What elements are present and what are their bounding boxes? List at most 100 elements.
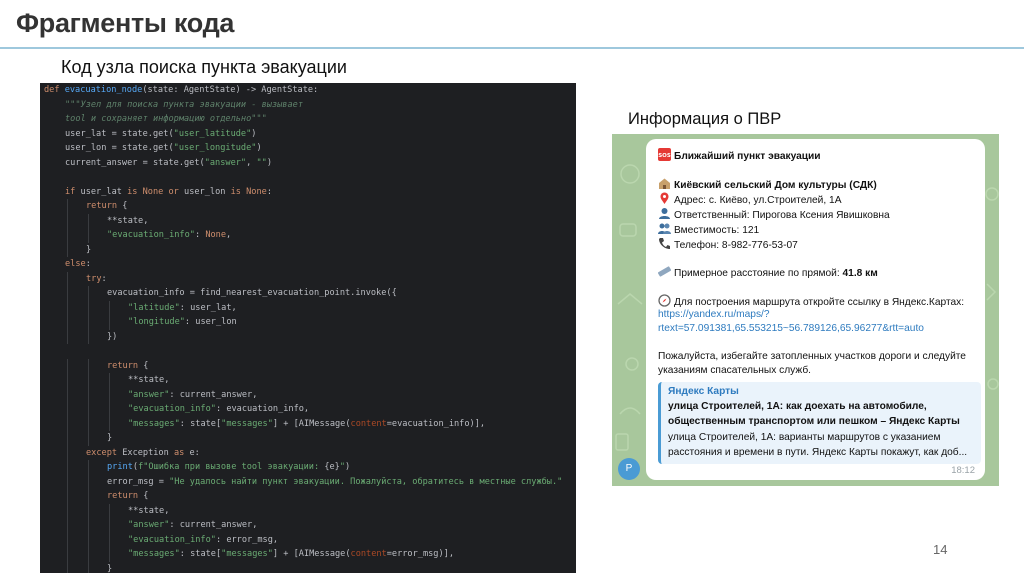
code-line: current_answer = state.get("answer", "") <box>44 156 562 171</box>
preview-title-line2: общественным транспортом или пешком – Ян… <box>668 416 960 427</box>
address-line: Адрес: с. Киёво, ул.Строителей, 1А <box>658 192 842 206</box>
code-token: "messages" <box>128 549 180 559</box>
code-token: return <box>107 360 144 371</box>
code-line: "latitude": user_lat, <box>44 301 562 316</box>
code-line: evacuation_info = find_nearest_evacuatio… <box>44 286 562 301</box>
code-token: **state, <box>128 505 170 516</box>
code-token: : user_lon <box>184 317 237 327</box>
code-token: =error_msg)], <box>386 549 454 559</box>
code-line: return { <box>44 199 562 214</box>
code-line: } <box>44 562 562 574</box>
code-token: "longitude" <box>128 317 185 327</box>
code-token: : <box>85 259 91 269</box>
code-line: user_lon = state.get("user_longitude") <box>44 141 562 156</box>
code-token: as <box>173 447 190 458</box>
code-token: "answer" <box>204 157 247 168</box>
route-link-line1[interactable]: https://yandex.ru/maps/? <box>658 309 770 320</box>
code-line: "evacuation_info": error_msg, <box>44 533 562 548</box>
code-token: : evacuation_info, <box>215 404 310 414</box>
svg-text:SOS: SOS <box>658 153 671 159</box>
code-token: , <box>246 157 257 168</box>
code-token: "messages" <box>221 549 273 559</box>
code-token: print <box>107 462 133 472</box>
code-token: }) <box>107 331 118 342</box>
phone-icon <box>659 238 670 249</box>
house-icon <box>659 178 670 189</box>
code-token: "answer" <box>128 520 170 530</box>
preview-source: Яндекс Карты <box>668 386 739 397</box>
code-token: "user_longitude" <box>173 143 257 153</box>
code-token: "evacuation_info" <box>128 534 216 545</box>
code-token: } <box>107 433 113 443</box>
code-token: **state, <box>107 215 149 226</box>
code-line: } <box>44 243 562 258</box>
chat-screenshot: Р SOS Ближайший пункт эвакуации Киёвский … <box>612 134 999 486</box>
sender-avatar[interactable]: Р <box>618 458 640 480</box>
code-token: ] + [AIMessage( <box>272 418 351 429</box>
link-preview-card[interactable]: Яндекс Карты улица Строителей, 1А: как д… <box>658 382 981 464</box>
code-token: : current_answer, <box>169 520 258 530</box>
code-token: Exception <box>122 447 174 458</box>
code-token: : state[ <box>179 418 222 429</box>
place-name-line: Киёвский сельский Дом культуры (СДК) <box>658 177 877 191</box>
phone-line: Телефон: 8-982-776-53-07 <box>658 237 798 251</box>
code-token: { <box>143 491 149 501</box>
code-line: else: <box>44 257 562 272</box>
code-token: None <box>205 230 227 240</box>
warning-line2: указаниям спасательных служб. <box>658 365 811 376</box>
code-token: content <box>350 418 387 429</box>
code-token: "Не удалось найти пункт эвакуации. Пожал… <box>169 476 563 487</box>
code-token: evacuation_info = find_nearest_evacuatio… <box>107 288 397 298</box>
pin-icon <box>660 192 669 204</box>
code-token: content <box>350 549 387 559</box>
preview-desc-line2: расстояния и времени в пути. Яндекс Карт… <box>668 447 968 458</box>
code-token: e: <box>189 447 200 458</box>
code-editor[interactable]: def evacuation_node(state: AgentState) -… <box>40 83 576 573</box>
code-token: **state, <box>128 375 170 385</box>
code-token: (state: AgentState) -> AgentState: <box>142 85 319 95</box>
slide-title: Фрагменты кода <box>16 8 235 38</box>
code-token: =evacuation_info)], <box>386 418 486 429</box>
code-token: current_answer = state.get( <box>65 157 205 168</box>
preview-title-line1: улица Строителей, 1А: как доехать на авт… <box>668 401 927 412</box>
code-token: "user_latitude" <box>173 128 252 139</box>
code-token: : <box>101 273 107 284</box>
code-token: : error_msg, <box>215 534 279 545</box>
info-heading: Информация о ПВР <box>628 110 782 128</box>
code-line: return { <box>44 359 562 374</box>
preview-desc-line1: улица Строителей, 1А: варианты маршрутов… <box>668 432 941 443</box>
code-token: else <box>65 259 86 269</box>
code-token: try <box>86 273 102 284</box>
code-line: tool и сохраняет информацию отдельно""" <box>44 112 562 127</box>
message-bubble: SOS Ближайший пункт эвакуации Киёвский се… <box>646 139 985 480</box>
code-subtitle: Код узла поиска пункта эвакуации <box>61 57 347 77</box>
code-token: return <box>107 491 144 501</box>
code-token: "latitude" <box>128 302 180 313</box>
code-line: "evacuation_info": None, <box>44 228 562 243</box>
code-line: except Exception as e: <box>44 446 562 461</box>
code-token: , <box>226 230 232 240</box>
code-line: try: <box>44 272 562 287</box>
distance-line: Примерное расстояние по прямой: 41.8 км <box>658 265 878 279</box>
code-line: "longitude": user_lon <box>44 315 562 330</box>
code-token: user_lat <box>80 186 128 197</box>
people-icon <box>658 223 671 234</box>
code-line: }) <box>44 330 562 345</box>
warning-line1: Пожалуйста, избегайте затопленных участк… <box>658 351 966 362</box>
code-token: ) <box>345 462 351 472</box>
code-token: "" <box>256 157 267 168</box>
code-lines: def evacuation_node(state: AgentState) -… <box>44 83 562 573</box>
code-line: "answer": current_answer, <box>44 388 562 403</box>
code-token: : state[ <box>179 549 222 559</box>
code-token: {e} <box>324 462 340 472</box>
code-line: print(f"Ошибка при вызове tool эвакуации… <box>44 460 562 475</box>
code-token: : user_lat, <box>179 302 237 313</box>
code-token: : <box>266 186 273 197</box>
code-token: return <box>86 201 123 211</box>
code-token: : current_answer, <box>169 389 258 400</box>
route-link-line2[interactable]: rtext=57.091381,65.553215~56.789126,65.9… <box>658 323 924 334</box>
code-line: return { <box>44 489 562 504</box>
page-number: 14 <box>933 542 948 557</box>
